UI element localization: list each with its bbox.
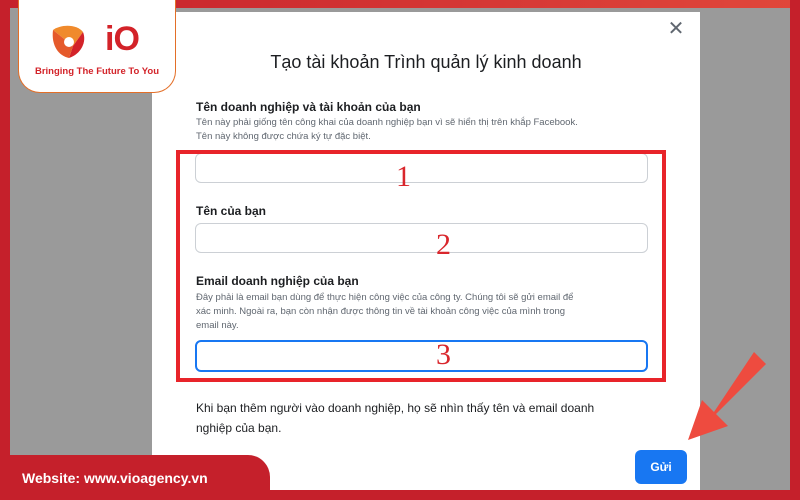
highlight-box xyxy=(176,150,666,382)
vio-logo-icon xyxy=(52,25,85,58)
step-number-1: 1 xyxy=(396,160,411,193)
visibility-info-line-1: Khi bạn thêm người vào doanh nghiệp, họ … xyxy=(196,401,595,415)
submit-button[interactable]: Gửi xyxy=(635,450,687,484)
business-name-help-2: Tên này không được chứa ký tự đặc biệt. xyxy=(196,131,371,142)
logo-tagline: Bringing The Future To You xyxy=(34,66,159,77)
visibility-info: Khi bạn thêm người vào doanh nghiệp, họ … xyxy=(196,398,676,438)
website-text: Website: www.vioagency.vn xyxy=(22,470,208,486)
pointer-arrow-icon xyxy=(688,352,766,440)
dialog-title: Tạo tài khoản Trình quản lý kinh doanh xyxy=(270,52,582,72)
step-number-3: 3 xyxy=(436,338,451,371)
business-name-help-1: Tên này phải giống tên công khai của doa… xyxy=(196,117,578,128)
logo-text: iO xyxy=(105,20,140,58)
business-name-label: Tên doanh nghiệp và tài khoản của bạn xyxy=(196,100,421,114)
close-icon[interactable]: ✕ xyxy=(665,18,687,40)
website-bar: Website: www.vioagency.vn xyxy=(0,455,270,500)
step-number-2: 2 xyxy=(436,228,451,261)
frame-right xyxy=(790,0,800,500)
visibility-info-line-2: nghiệp của bạn. xyxy=(196,421,282,435)
brand-logo: iO Bringing The Future To You xyxy=(18,0,176,93)
frame-left xyxy=(0,0,10,500)
